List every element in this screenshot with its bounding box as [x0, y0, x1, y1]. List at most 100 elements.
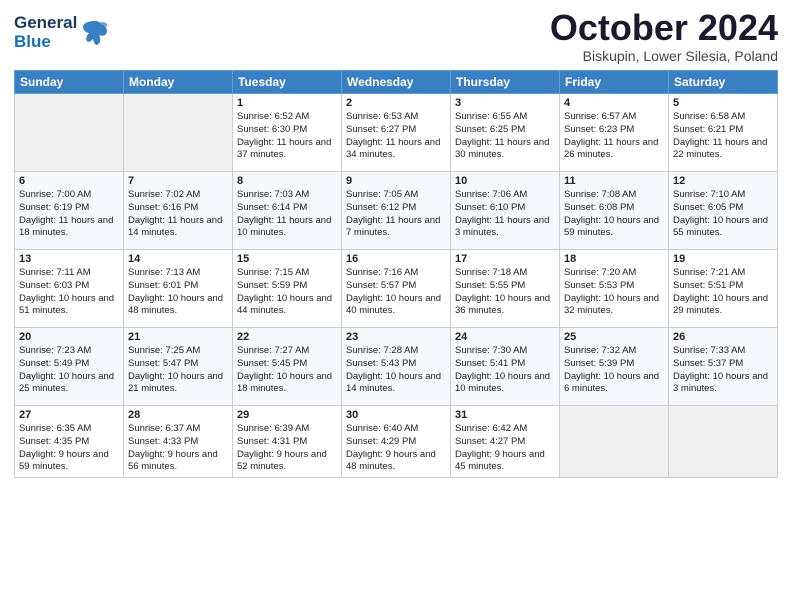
calendar-cell: 29Sunrise: 6:39 AMSunset: 4:31 PMDayligh…: [233, 406, 342, 478]
calendar-cell: [15, 94, 124, 172]
calendar-cell: 20 Sunrise: 7:23 AMSunset: 5:49 PMDayligh…: [15, 328, 124, 406]
calendar-cell: 4Sunrise: 6:57 AMSunset: 6:23 PMDaylight…: [560, 94, 669, 172]
cell-content: Sunrise: 7:23 AMSunset: 5:49 PMDaylight:…: [19, 345, 119, 396]
day-number: 11: [564, 175, 664, 187]
day-number: 30: [346, 409, 446, 421]
cell-content: Sunrise: 6:37 AMSunset: 4:33 PMDaylight:…: [128, 423, 228, 474]
col-monday: Monday: [124, 71, 233, 94]
cell-content: Sunrise: 7:15 AMSunset: 5:59 PMDaylight:…: [237, 267, 337, 318]
calendar-cell: 26 Sunrise: 7:33 AMSunset: 5:37 PMDayligh…: [669, 328, 778, 406]
cell-content: Sunrise: 7:08 AMSunset: 6:08 PMDaylight:…: [564, 189, 664, 240]
calendar-cell: 14Sunrise: 7:13 AMSunset: 6:01 PMDayligh…: [124, 250, 233, 328]
calendar-cell: [560, 406, 669, 478]
day-number: 23: [346, 331, 446, 343]
day-number: 5: [673, 97, 773, 109]
calendar-cell: 22 Sunrise: 7:27 AMSunset: 5:45 PMDayligh…: [233, 328, 342, 406]
cell-content: Sunrise: 7:20 AMSunset: 5:53 PMDaylight:…: [564, 267, 664, 318]
calendar-cell: 6 Sunrise: 7:00 AMSunset: 6:19 PMDaylight…: [15, 172, 124, 250]
cell-content: Sunrise: 6:55 AMSunset: 6:25 PMDaylight:…: [455, 111, 555, 162]
calendar-cell: 30Sunrise: 6:40 AMSunset: 4:29 PMDayligh…: [342, 406, 451, 478]
cell-content: Sunrise: 7:06 AMSunset: 6:10 PMDaylight:…: [455, 189, 555, 240]
cell-content: Sunrise: 7:33 AMSunset: 5:37 PMDaylight:…: [673, 345, 773, 396]
cell-content: Sunrise: 7:03 AMSunset: 6:14 PMDaylight:…: [237, 189, 337, 240]
page: General Blue October 2024 Biskupin, Lowe…: [0, 0, 792, 612]
calendar-cell: 7 Sunrise: 7:02 AMSunset: 6:16 PMDaylight…: [124, 172, 233, 250]
calendar-cell: 1 Sunrise: 6:52 AMSunset: 6:30 PMDaylight…: [233, 94, 342, 172]
day-number: 25: [564, 331, 664, 343]
calendar-cell: 21 Sunrise: 7:25 AMSunset: 5:47 PMDayligh…: [124, 328, 233, 406]
day-number: 7: [128, 175, 228, 187]
day-number: 17: [455, 253, 555, 265]
day-number: 22: [237, 331, 337, 343]
cell-content: Sunrise: 7:13 AMSunset: 6:01 PMDaylight:…: [128, 267, 228, 318]
calendar-cell: 3 Sunrise: 6:55 AMSunset: 6:25 PMDaylight…: [451, 94, 560, 172]
logo: General Blue: [14, 14, 111, 51]
calendar-cell: 15 Sunrise: 7:15 AMSunset: 5:59 PMDayligh…: [233, 250, 342, 328]
calendar-cell: 2Sunrise: 6:53 AMSunset: 6:27 PMDaylight…: [342, 94, 451, 172]
day-number: 2: [346, 97, 446, 109]
cell-content: Sunrise: 6:39 AMSunset: 4:31 PMDaylight:…: [237, 423, 337, 474]
day-number: 4: [564, 97, 664, 109]
location: Biskupin, Lower Silesia, Poland: [550, 48, 778, 64]
calendar-cell: 31Sunrise: 6:42 AMSunset: 4:27 PMDayligh…: [451, 406, 560, 478]
cell-content: Sunrise: 7:00 AMSunset: 6:19 PMDaylight:…: [19, 189, 119, 240]
day-number: 15: [237, 253, 337, 265]
month-title: October 2024: [550, 10, 778, 46]
calendar-cell: 28 Sunrise: 6:37 AMSunset: 4:33 PMDayligh…: [124, 406, 233, 478]
cell-content: Sunrise: 7:30 AMSunset: 5:41 PMDaylight:…: [455, 345, 555, 396]
header: General Blue October 2024 Biskupin, Lowe…: [14, 10, 778, 64]
calendar-cell: 25 Sunrise: 7:32 AMSunset: 5:39 PMDayligh…: [560, 328, 669, 406]
cell-content: Sunrise: 6:58 AMSunset: 6:21 PMDaylight:…: [673, 111, 773, 162]
logo-bird-icon: [79, 17, 111, 49]
day-number: 28: [128, 409, 228, 421]
cell-content: Sunrise: 7:18 AMSunset: 5:55 PMDaylight:…: [455, 267, 555, 318]
col-tuesday: Tuesday: [233, 71, 342, 94]
title-area: October 2024 Biskupin, Lower Silesia, Po…: [550, 10, 778, 64]
day-number: 31: [455, 409, 555, 421]
col-friday: Friday: [560, 71, 669, 94]
day-number: 21: [128, 331, 228, 343]
calendar-cell: 23 Sunrise: 7:28 AMSunset: 5:43 PMDayligh…: [342, 328, 451, 406]
day-number: 19: [673, 253, 773, 265]
calendar-cell: 13Sunrise: 7:11 AMSunset: 6:03 PMDayligh…: [15, 250, 124, 328]
cell-content: Sunrise: 7:25 AMSunset: 5:47 PMDaylight:…: [128, 345, 228, 396]
day-number: 26: [673, 331, 773, 343]
calendar-cell: 11 Sunrise: 7:08 AMSunset: 6:08 PMDayligh…: [560, 172, 669, 250]
cell-content: Sunrise: 7:05 AMSunset: 6:12 PMDaylight:…: [346, 189, 446, 240]
calendar-cell: 10Sunrise: 7:06 AMSunset: 6:10 PMDayligh…: [451, 172, 560, 250]
cell-content: Sunrise: 6:52 AMSunset: 6:30 PMDaylight:…: [237, 111, 337, 162]
col-thursday: Thursday: [451, 71, 560, 94]
col-wednesday: Wednesday: [342, 71, 451, 94]
day-number: 6: [19, 175, 119, 187]
calendar-week-1: 1 Sunrise: 6:52 AMSunset: 6:30 PMDaylight…: [15, 94, 778, 172]
day-number: 8: [237, 175, 337, 187]
cell-content: Sunrise: 7:28 AMSunset: 5:43 PMDaylight:…: [346, 345, 446, 396]
col-saturday: Saturday: [669, 71, 778, 94]
calendar-week-3: 13Sunrise: 7:11 AMSunset: 6:03 PMDayligh…: [15, 250, 778, 328]
day-number: 1: [237, 97, 337, 109]
calendar-cell: 24 Sunrise: 7:30 AMSunset: 5:41 PMDayligh…: [451, 328, 560, 406]
day-number: 9: [346, 175, 446, 187]
calendar-cell: 17 Sunrise: 7:18 AMSunset: 5:55 PMDayligh…: [451, 250, 560, 328]
day-number: 18: [564, 253, 664, 265]
calendar-cell: 19Sunrise: 7:21 AMSunset: 5:51 PMDayligh…: [669, 250, 778, 328]
day-number: 20: [19, 331, 119, 343]
cell-content: Sunrise: 7:10 AMSunset: 6:05 PMDaylight:…: [673, 189, 773, 240]
cell-content: Sunrise: 7:27 AMSunset: 5:45 PMDaylight:…: [237, 345, 337, 396]
logo-text: General Blue: [14, 14, 111, 51]
cell-content: Sunrise: 6:35 AMSunset: 4:35 PMDaylight:…: [19, 423, 119, 474]
day-number: 16: [346, 253, 446, 265]
calendar-cell: 16Sunrise: 7:16 AMSunset: 5:57 PMDayligh…: [342, 250, 451, 328]
cell-content: Sunrise: 7:02 AMSunset: 6:16 PMDaylight:…: [128, 189, 228, 240]
calendar-cell: 5 Sunrise: 6:58 AMSunset: 6:21 PMDaylight…: [669, 94, 778, 172]
calendar-cell: 8 Sunrise: 7:03 AMSunset: 6:14 PMDaylight…: [233, 172, 342, 250]
cell-content: Sunrise: 7:32 AMSunset: 5:39 PMDaylight:…: [564, 345, 664, 396]
day-number: 3: [455, 97, 555, 109]
day-number: 13: [19, 253, 119, 265]
calendar-week-2: 6 Sunrise: 7:00 AMSunset: 6:19 PMDaylight…: [15, 172, 778, 250]
day-number: 24: [455, 331, 555, 343]
calendar-cell: [124, 94, 233, 172]
header-row: Sunday Monday Tuesday Wednesday Thursday…: [15, 71, 778, 94]
day-number: 27: [19, 409, 119, 421]
calendar-week-5: 27 Sunrise: 6:35 AMSunset: 4:35 PMDayligh…: [15, 406, 778, 478]
